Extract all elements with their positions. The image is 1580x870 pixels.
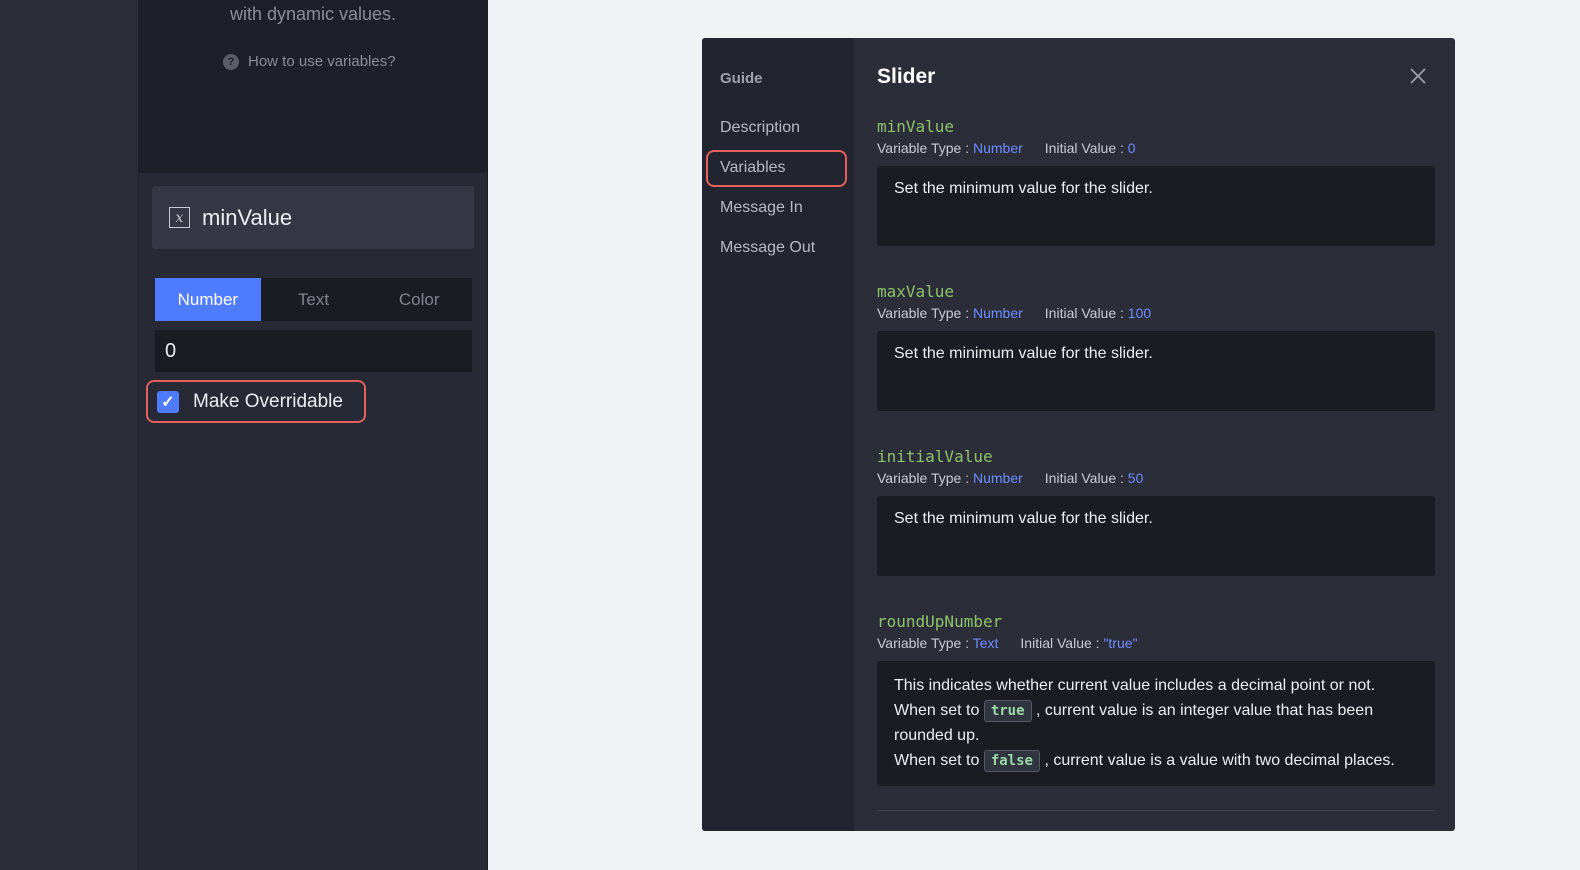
how-to-use-variables-link[interactable]: ? How to use variables? [223, 53, 396, 70]
left-rail [0, 0, 139, 870]
variable-entry-meta: Variable Type : Number Initial Value : 0 [877, 140, 1435, 156]
guide-title: Slider [877, 65, 936, 88]
variable-entry-roundupnumber: roundUpNumber Variable Type : Text Initi… [877, 612, 1435, 786]
variable-entry-meta: Variable Type : Number Initial Value : 5… [877, 470, 1435, 486]
nav-item-description[interactable]: Description [720, 119, 800, 137]
question-circle-icon: ? [223, 53, 239, 70]
variable-entry-maxvalue: maxValue Variable Type : Number Initial … [877, 282, 1435, 411]
make-overridable-label: Make Overridable [193, 390, 343, 412]
how-to-use-variables-label: How to use variables? [248, 53, 396, 70]
type-value: Number [972, 470, 1023, 486]
variable-x-icon: x [169, 207, 190, 228]
type-tab-number[interactable]: Number [155, 278, 261, 321]
variable-card[interactable]: x minValue [152, 186, 474, 249]
guide-content: Slider minValue Variable Type : Number I… [854, 38, 1455, 831]
variable-entry-name: minValue [877, 117, 955, 136]
variable-entry-name: maxValue [877, 282, 955, 301]
type-label: Variable Type : [877, 305, 970, 321]
initial-label: Initial Value : [1020, 635, 1100, 651]
description-text: When set to [894, 702, 980, 719]
type-label: Variable Type : [877, 635, 970, 651]
initial-value: 0 [1127, 140, 1136, 156]
variable-entry-description: Set the minimum value for the slider. [877, 496, 1435, 576]
variable-entry-description: This indicates whether current value inc… [877, 661, 1435, 786]
initial-label: Initial Value : [1044, 140, 1124, 156]
variable-name: minValue [202, 204, 293, 230]
type-tab-color[interactable]: Color [366, 278, 472, 321]
guide-nav-title: Guide [720, 70, 763, 87]
guide-modal: Guide Description Variables Message In M… [702, 38, 1455, 831]
type-value: Text [972, 635, 999, 651]
initial-value: "true" [1103, 635, 1138, 651]
side-panel-header: with dynamic values. ? How to use variab… [139, 0, 487, 173]
dynamic-values-text: with dynamic values. [229, 4, 397, 24]
variable-entry-description: Set the minimum value for the slider. [877, 331, 1435, 411]
checkbox-checked-icon[interactable]: ✓ [157, 390, 179, 413]
variable-type-tabs: Number Text Color [155, 278, 472, 321]
description-line-3: When set to false , current value is a v… [894, 748, 1418, 773]
nav-item-message-out[interactable]: Message Out [720, 239, 815, 257]
variable-entry-name: initialValue [877, 447, 993, 466]
description-text: When set to [894, 752, 980, 769]
initial-value: 100 [1127, 305, 1152, 321]
code-true: true [983, 699, 1032, 722]
variable-value-input[interactable] [155, 330, 472, 372]
close-icon[interactable] [1407, 65, 1429, 87]
type-label: Variable Type : [877, 140, 970, 156]
type-tab-text[interactable]: Text [261, 278, 367, 321]
type-value: Number [972, 140, 1023, 156]
initial-label: Initial Value : [1044, 470, 1124, 486]
variable-entry-meta: Variable Type : Text Initial Value : "tr… [877, 635, 1435, 651]
make-overridable-checkbox-row[interactable]: ✓ Make Overridable [146, 380, 366, 423]
content-divider [877, 810, 1435, 811]
initial-value: 50 [1127, 470, 1144, 486]
variable-side-panel: with dynamic values. ? How to use variab… [139, 0, 488, 870]
type-value: Number [972, 305, 1023, 321]
variable-entry-name: roundUpNumber [877, 612, 1003, 631]
guide-nav: Guide Description Variables Message In M… [702, 38, 854, 831]
variable-entry-meta: Variable Type : Number Initial Value : 1… [877, 305, 1435, 321]
variable-entry-description: Set the minimum value for the slider. [877, 166, 1435, 246]
description-line-2: When set to true , current value is an i… [894, 698, 1418, 748]
description-line-1: This indicates whether current value inc… [894, 677, 1376, 694]
code-false: false [983, 749, 1040, 772]
nav-item-message-in[interactable]: Message In [720, 199, 803, 217]
nav-item-variables[interactable]: Variables [720, 159, 786, 177]
type-label: Variable Type : [877, 470, 970, 486]
variable-entry-minvalue: minValue Variable Type : Number Initial … [877, 117, 1435, 246]
initial-label: Initial Value : [1044, 305, 1124, 321]
description-text: , current value is a value with two deci… [1044, 752, 1395, 769]
variable-entry-initialvalue: initialValue Variable Type : Number Init… [877, 447, 1435, 576]
